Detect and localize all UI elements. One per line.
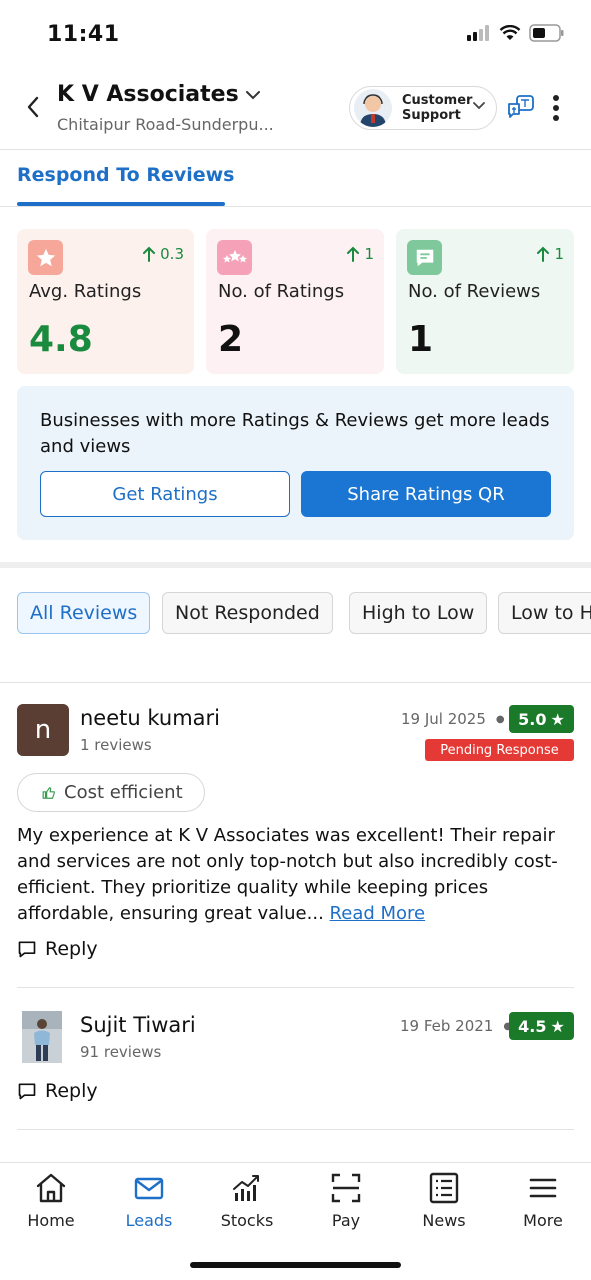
share-ratings-qr-button[interactable]: Share Ratings QR [301,471,551,517]
business-location: Chitaipur Road-Sunderpu... [57,115,274,134]
reviewer-name: neetu kumari [80,706,220,730]
review-filter-chips: All Reviews Not Responded High to Low Lo… [0,592,591,636]
no-of-ratings-label: No. of Ratings [218,281,345,302]
avg-ratings-card: 0.3 Avg. Ratings 4.8 [17,229,194,374]
no-of-ratings-value: 2 [218,319,244,360]
stars-rating-icon [217,240,252,275]
nav-home[interactable]: Home [6,1171,96,1230]
dot-separator: ● [495,713,505,725]
filter-all-reviews[interactable]: All Reviews [17,592,151,634]
reviewer-review-count: 1 reviews [80,736,152,754]
no-of-reviews-value: 1 [408,319,434,360]
back-button[interactable] [18,92,48,122]
reply-button[interactable]: Reply [17,1080,98,1102]
cellular-signal-icon [467,25,489,41]
nav-more[interactable]: More [498,1171,588,1230]
no-of-ratings-card: 1 No. of Ratings 2 [206,229,384,374]
mail-icon [134,1177,164,1200]
customer-support-label: Customer Support [402,93,473,123]
chevron-down-icon [473,102,485,110]
nav-news[interactable]: News [399,1171,489,1230]
tab-bar: Respond To Reviews [0,150,591,207]
arrow-up-icon [537,246,550,262]
menu-icon [529,1178,557,1198]
list-divider [0,682,591,683]
reviewer-photo [22,1011,62,1063]
scan-icon [331,1173,361,1203]
nav-pay[interactable]: Pay [301,1171,391,1230]
ratings-promo-box: Businesses with more Ratings & Reviews g… [17,386,574,540]
get-ratings-button[interactable]: Get Ratings [40,471,290,517]
business-name: K V Associates [57,82,239,107]
app-header: K V Associates Chitaipur Road-Sunderpu..… [0,70,591,150]
no-of-ratings-delta: 1 [346,245,374,263]
battery-icon [529,24,564,42]
status-bar: 11:41 [0,0,591,70]
thumbs-up-icon [42,786,55,799]
arrow-up-icon [143,246,156,262]
chevron-down-icon [245,90,260,99]
no-of-reviews-label: No. of Reviews [408,281,541,302]
nav-stocks[interactable]: Stocks [202,1171,292,1230]
status-icons [467,24,565,42]
review-date: 19 Feb 2021 ● [400,1017,513,1035]
avg-ratings-label: Avg. Ratings [29,281,142,302]
status-time: 11:41 [47,22,120,47]
no-of-reviews-delta: 1 [536,245,564,263]
customer-support-button[interactable]: Customer Support [349,86,497,130]
chat-bubble-icon [18,1083,36,1100]
chevron-left-icon [27,96,39,118]
home-icon [36,1173,66,1203]
star-icon: ★ [550,709,565,729]
review-message-icon [407,240,442,275]
review-divider [17,987,574,988]
avg-ratings-delta: 0.3 [142,245,184,263]
reviewer-review-count: 91 reviews [80,1043,162,1061]
more-options-icon[interactable] [550,92,562,124]
bottom-navigation: Home Leads Stocks Pay News More [0,1162,591,1242]
active-tab-indicator [17,202,225,206]
news-icon [429,1172,459,1204]
language-translate-icon[interactable] [507,94,535,126]
tab-respond-to-reviews[interactable]: Respond To Reviews [17,164,235,186]
nav-leads[interactable]: Leads [104,1171,194,1230]
read-more-link[interactable]: Read More [330,903,426,924]
support-agent-avatar [354,89,392,127]
arrow-up-icon [347,246,360,262]
reviewer-avatar: n [17,704,69,756]
status-badge: Pending Response [425,739,574,761]
reply-button[interactable]: Reply [17,938,98,960]
star-icon: ★ [550,1016,565,1036]
avg-ratings-value: 4.8 [29,319,93,360]
wifi-icon [499,25,521,40]
promo-text: Businesses with more Ratings & Reviews g… [40,410,550,457]
filter-not-responded[interactable]: Not Responded [162,592,333,634]
reviewer-name: Sujit Tiwari [80,1013,196,1037]
review-body: My experience at K V Associates was exce… [17,823,577,927]
no-of-reviews-card: 1 No. of Reviews 1 [396,229,574,374]
filter-low-to-high[interactable]: Low to High [498,592,591,634]
rating-badge: 5.0 ★ [509,705,574,733]
home-indicator [190,1262,401,1268]
filter-high-to-low[interactable]: High to Low [349,592,488,634]
chat-bubble-icon [18,941,36,958]
review-tag: Cost efficient [17,773,205,812]
rating-badge: 4.5 ★ [509,1012,574,1040]
review-divider [17,1129,574,1130]
section-divider [0,562,591,568]
star-icon [28,240,63,275]
stocks-chart-icon [233,1175,259,1201]
review-text: My experience at K V Associates was exce… [17,825,558,924]
business-selector[interactable]: K V Associates [57,82,261,107]
review-date: 19 Jul 2025 ● [401,710,505,728]
